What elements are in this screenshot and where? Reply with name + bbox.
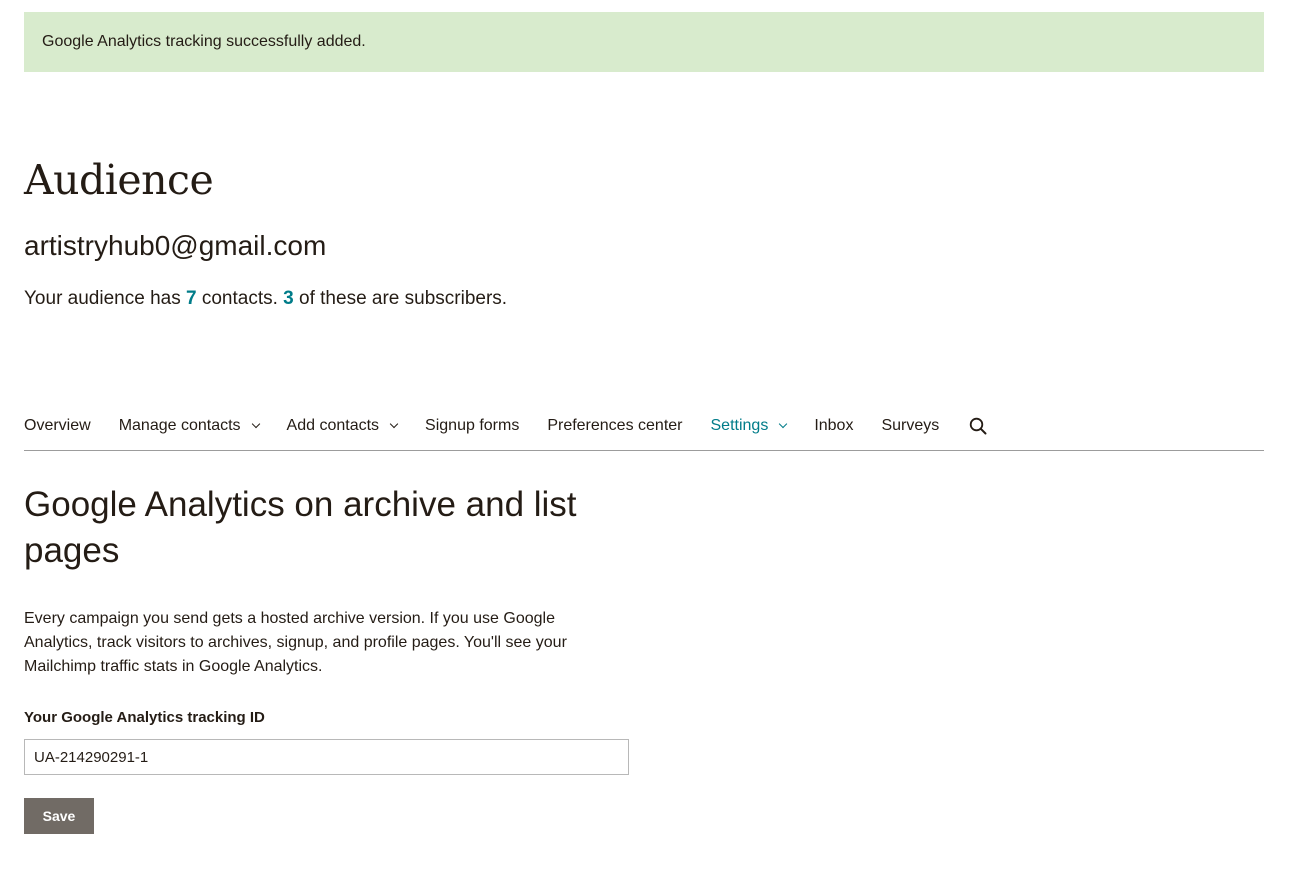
summary-suffix: of these are subscribers. bbox=[293, 288, 508, 309]
nav-item-label: Add contacts bbox=[286, 417, 380, 434]
section-description: Every campaign you send gets a hosted ar… bbox=[24, 610, 567, 675]
nav-item-settings[interactable]: Settings bbox=[710, 408, 788, 444]
nav-item-inbox[interactable]: Inbox bbox=[814, 408, 853, 444]
summary-middle: contacts. bbox=[196, 288, 284, 309]
nav-item-label: Overview bbox=[24, 417, 91, 434]
search-icon bbox=[970, 417, 987, 435]
page: Google Analytics tracking successfully a… bbox=[0, 0, 1297, 876]
nav-item-label: Manage contacts bbox=[118, 417, 241, 434]
contacts-count[interactable]: 7 bbox=[186, 288, 197, 309]
search-button[interactable] bbox=[967, 408, 989, 444]
nav-item-overview[interactable]: Overview bbox=[24, 408, 91, 444]
nav-item-label: Preferences center bbox=[547, 417, 683, 434]
nav-item-label: Signup forms bbox=[425, 417, 520, 434]
section-title: Google Analytics on archive and list pag… bbox=[24, 485, 577, 570]
success-alert: Google Analytics tracking successfully a… bbox=[24, 12, 1264, 72]
alert-message: Google Analytics tracking successfully a… bbox=[42, 33, 366, 50]
audience-nav: Overview Manage contacts Add contacts Si… bbox=[24, 408, 1264, 451]
nav-item-add-contacts[interactable]: Add contacts bbox=[286, 408, 399, 444]
nav-item-signup-forms[interactable]: Signup forms bbox=[425, 408, 519, 444]
save-button[interactable]: Save bbox=[24, 798, 94, 834]
audience-summary: Your audience has 7 contacts. 3 of these… bbox=[24, 288, 507, 310]
chevron-down-icon bbox=[389, 419, 399, 429]
nav-item-preferences-center[interactable]: Preferences center bbox=[547, 408, 682, 444]
audience-name: artistryhub0@gmail.com bbox=[24, 230, 327, 261]
nav-item-label: Inbox bbox=[814, 417, 854, 434]
subscribers-count[interactable]: 3 bbox=[283, 288, 294, 309]
page-title: Audience bbox=[24, 156, 214, 204]
nav-item-manage-contacts[interactable]: Manage contacts bbox=[118, 408, 260, 444]
nav-item-label: Surveys bbox=[881, 417, 940, 434]
chevron-down-icon bbox=[779, 419, 788, 429]
chevron-down-icon bbox=[251, 419, 260, 429]
nav-item-surveys[interactable]: Surveys bbox=[881, 408, 939, 444]
tracking-id-label: Your Google Analytics tracking ID bbox=[24, 709, 265, 726]
summary-prefix: Your audience has bbox=[24, 288, 186, 309]
tracking-id-input[interactable] bbox=[24, 739, 629, 775]
nav-item-label: Settings bbox=[710, 417, 769, 434]
